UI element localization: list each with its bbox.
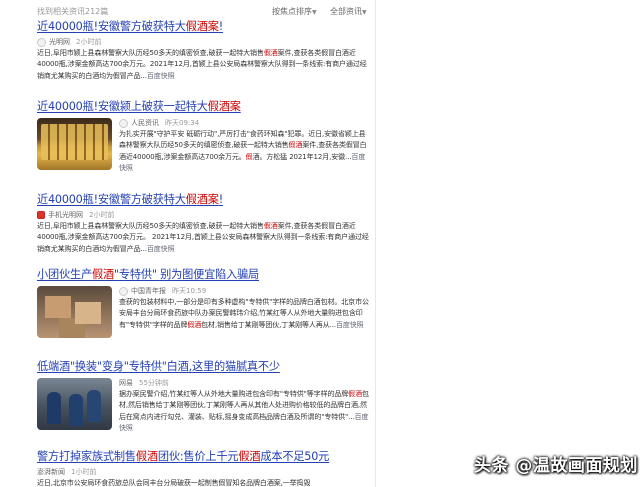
search-result: 小团伙生产假酒"专特供" 别为图便宜陷入骗局 中国青年报 昨天10:59 查获的… [37, 268, 372, 338]
result-time: 1小时前 [71, 468, 97, 476]
result-title-link[interactable]: 低端酒"换装"变身"专特供"白酒,这里的猫腻真不少 [37, 360, 372, 374]
news-filter-dropdown[interactable]: 全部资讯▼ [330, 6, 367, 17]
result-meta: 光明网 2小时前 [37, 37, 372, 47]
result-time: 2小时前 [76, 38, 102, 46]
search-result: 警方打掉家族式制售假酒团伙:售价上千元假酒成本不足50元 澎湃新闻 1小时前 近… [37, 450, 372, 487]
result-time: 昨天10:59 [172, 287, 207, 295]
chevron-down-icon: ▼ [362, 9, 367, 16]
result-meta: 澎湃新闻 1小时前 [37, 467, 372, 477]
result-time: 55分钟前 [139, 379, 169, 387]
result-title-link[interactable]: 近40000瓶!安徽警方破获特大假酒案! [37, 20, 372, 34]
sort-by-focus-dropdown[interactable]: 按焦点排序▼ [272, 6, 317, 17]
result-abstract: 近日,阜阳市颍上县森林警察大队历经50多天的缜密侦查,破获一起特大销售假酒案件,… [37, 222, 369, 253]
result-abstract: 据办案民警介绍,竹某红等人从外地大量购进包含印有"专特供"等字样的品牌假酒包材,… [119, 390, 369, 432]
snapshot-link[interactable]: 百度快照 [336, 321, 364, 329]
result-abstract: 近日,北京市公安局环食药旅总队会同丰台分局破获一起制售假冒知名品牌白酒案,一举捣… [37, 479, 311, 487]
result-source[interactable]: 光明网 [49, 37, 70, 47]
result-abstract: 为扎实开展"守护平安 砥砺行动",严厉打击"食药环知森"犯罪。近日,安徽省颍上县… [119, 130, 367, 172]
snapshot-link[interactable]: 百度快照 [147, 245, 175, 253]
source-logo-icon [119, 286, 128, 296]
result-title-link[interactable]: 近40000瓶!安徽颍上破获一起特大假酒案 [37, 100, 372, 114]
result-title-link[interactable]: 警方打掉家族式制售假酒团伙:售价上千元假酒成本不足50元 [37, 450, 372, 464]
result-meta: 手机光明网 2小时前 [37, 210, 372, 220]
search-result: 低端酒"换装"变身"专特供"白酒,这里的猫腻真不少 网易 55分钟前 据办案民警… [37, 360, 372, 434]
search-result: 近40000瓶!安徽颍上破获一起特大假酒案 人民资讯 昨天09:34 为扎实开展… [37, 100, 372, 174]
snapshot-link[interactable]: 百度快照 [147, 72, 175, 80]
watermark: 头条 @温故画面规划 [474, 456, 638, 476]
sort-label: 按焦点排序 [272, 7, 312, 16]
filter-label: 全部资讯 [330, 7, 362, 16]
source-logo-icon [37, 211, 45, 219]
result-thumbnail[interactable] [37, 286, 112, 338]
source-logo-icon [37, 37, 46, 47]
result-source[interactable]: 人民资讯 [131, 118, 159, 128]
search-result: 近40000瓶!安徽警方破获特大假酒案! 手机光明网 2小时前 近日,阜阳市颍上… [37, 193, 372, 255]
result-source[interactable]: 中国青年报 [131, 286, 166, 296]
result-thumbnail[interactable] [37, 378, 112, 430]
source-logo-icon [119, 118, 128, 128]
result-meta: 中国青年报 昨天10:59 [119, 286, 372, 296]
result-title-link[interactable]: 近40000瓶!安徽警方破获特大假酒案! [37, 193, 372, 207]
result-source[interactable]: 网易 [119, 378, 133, 388]
result-meta: 人民资讯 昨天09:34 [119, 118, 372, 128]
result-title-link[interactable]: 小团伙生产假酒"专特供" 别为图便宜陷入骗局 [37, 268, 372, 282]
result-time: 昨天09:34 [165, 119, 200, 127]
result-count: 找到相关资讯212篇 [37, 7, 109, 16]
column-divider [375, 0, 376, 487]
result-abstract: 近日,阜阳市颍上县森林警察大队历经50多天的缜密侦查,破获一起特大销售假酒案件,… [37, 49, 367, 80]
result-source[interactable]: 手机光明网 [48, 210, 83, 220]
chevron-down-icon: ▼ [312, 9, 317, 16]
search-result: 近40000瓶!安徽警方破获特大假酒案! 光明网 2小时前 近日,阜阳市颍上县森… [37, 20, 372, 82]
result-abstract: 查获的包装材料中,一部分是印有多种虚构"专特供"字样的品牌白酒包材。北京市公安局… [119, 298, 369, 329]
results-toolbar: 找到相关资讯212篇 按焦点排序▼ 全部资讯▼ [0, 0, 640, 18]
result-source[interactable]: 澎湃新闻 [37, 467, 65, 477]
result-meta: 网易 55分钟前 [119, 378, 372, 388]
result-time: 2小时前 [89, 211, 115, 219]
result-thumbnail[interactable] [37, 118, 112, 170]
